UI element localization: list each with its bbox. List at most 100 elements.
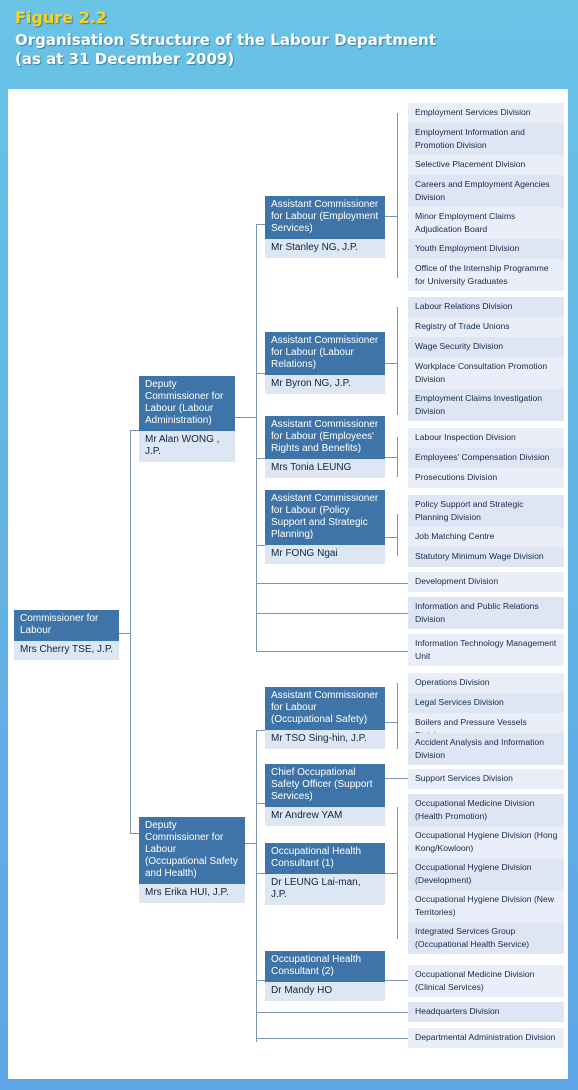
division: Employment Claims Investigation Division [408,389,564,421]
head-title: Assistant Commissioner for Labour (Polic… [265,490,385,545]
division: Workplace Consultation Promotion Divisio… [408,357,564,389]
head-name: Mr Andrew YAM [265,807,385,826]
head-name: Mr Byron NG, J.P. [265,375,385,394]
division: Wage Security Division [408,337,564,357]
deputy-name: Mr Alan WONG , J.P. [139,431,235,462]
title-line-1: Organisation Structure of the Labour Dep… [15,31,437,49]
division: Prosecutions Division [408,468,564,488]
division: Occupational Medicine Division (Health P… [408,794,564,826]
connector [256,1012,408,1013]
connector [385,778,408,779]
connector [235,417,256,418]
deputy-box-labour-administration: Deputy Commissioner for Labour (Labour A… [139,376,235,462]
division: Legal Services Division [408,693,564,713]
head-title: Assistant Commissioner for Labour (Emplo… [265,196,385,239]
division: Boilers and Pressure Vessels Division [408,713,564,740]
head-name: Dr LEUNG Lai-man, J.P. [265,874,385,905]
connector [397,113,398,278]
connector [256,545,265,546]
figure-label: Figure 2.2 [15,8,107,27]
division: Office of the Internship Programme for U… [408,259,564,291]
division: Employment Services Division [408,103,564,123]
connector [256,803,265,804]
connector [385,873,397,874]
connector [397,437,398,477]
division: Accident Analysis and Information Divisi… [408,733,564,765]
connector [397,807,398,939]
connector [385,457,397,458]
head-title: Occupational Health Consultant (1) [265,843,385,874]
connector [256,458,265,459]
division: Minor Employment Claims Adjudication Boa… [408,207,564,239]
connector [130,430,131,833]
head-box: Occupational Health Consultant (2) Dr Ma… [265,951,385,1001]
division: Operations Division [408,673,564,693]
division: Youth Employment Division [408,239,564,259]
head-name: Mr FONG Ngai [265,545,385,564]
division: Occupational Hygiene Division (New Terri… [408,890,564,922]
connector [256,224,257,651]
connector [256,651,408,652]
connector [256,730,257,1042]
division: Labour Inspection Division [408,428,564,448]
head-box: Assistant Commissioner for Labour (Polic… [265,490,385,564]
head-name: Dr Mandy HO [265,982,385,1001]
head-title: Chief Occupational Safety Officer (Suppo… [265,764,385,807]
connector [245,843,256,844]
division: Policy Support and Strategic Planning Di… [408,495,564,527]
head-box: Assistant Commissioner for Labour (Labou… [265,332,385,394]
connector [256,613,408,614]
commissioner-title: Commissioner for Labour [14,610,119,641]
deputy-title: Deputy Commissioner for Labour (Occupati… [139,817,245,884]
division: Registry of Trade Unions [408,317,564,337]
connector [119,633,130,634]
head-name: Mrs Tonia LEUNG [265,459,385,478]
commissioner-name: Mrs Cherry TSE, J.P. [14,641,119,660]
head-box: Chief Occupational Safety Officer (Suppo… [265,764,385,826]
head-name: Mr TSO Sing-hin, J.P. [265,730,385,749]
connector [256,1038,408,1039]
title-line-2: (as at 31 December 2009) [15,50,235,68]
division: Job Matching Centre [408,527,564,547]
connector [256,980,265,981]
connector [385,722,397,723]
connector [130,430,139,431]
head-title: Occupational Health Consultant (2) [265,951,385,982]
connector [256,730,265,731]
connector [385,980,408,981]
connector [385,216,397,217]
division: Development Division [408,572,564,592]
commissioner-box: Commissioner for Labour Mrs Cherry TSE, … [14,610,119,660]
head-title: Assistant Commissioner for Labour (Labou… [265,332,385,375]
connector [256,873,265,874]
division: Occupational Medicine Division (Clinical… [408,965,564,997]
division: Labour Relations Division [408,297,564,317]
division: Selective Placement Division [408,155,564,175]
connector [397,514,398,556]
head-name: Mr Stanley NG, J.P. [265,239,385,258]
connector [397,307,398,415]
connector [397,683,398,749]
deputy-box-osh: Deputy Commissioner for Labour (Occupati… [139,817,245,903]
head-title: Assistant Commissioner for Labour (Emplo… [265,416,385,459]
division: Employees' Compensation Division [408,448,564,468]
figure-title: Organisation Structure of the Labour Dep… [15,31,535,69]
division: Information and Public Relations Divisio… [408,597,564,629]
division: Headquarters Division [408,1002,564,1022]
division: Information Technology Management Unit [408,634,564,666]
division: Integrated Services Group (Occupational … [408,922,564,954]
connector [256,583,408,584]
division: Careers and Employment Agencies Division [408,175,564,207]
division: Statutory Minimum Wage Division [408,547,564,567]
head-box: Occupational Health Consultant (1) Dr LE… [265,843,385,905]
deputy-title: Deputy Commissioner for Labour (Labour A… [139,376,235,431]
division: Employment Information and Promotion Div… [408,123,564,155]
connector [385,363,397,364]
head-title: Assistant Commissioner for Labour (Occup… [265,687,385,730]
connector [256,224,265,225]
division: Occupational Hygiene Division (Developme… [408,858,564,890]
head-box: Assistant Commissioner for Labour (Emplo… [265,416,385,478]
connector [256,373,265,374]
connector [130,833,139,834]
head-box: Assistant Commissioner for Labour (Emplo… [265,196,385,258]
